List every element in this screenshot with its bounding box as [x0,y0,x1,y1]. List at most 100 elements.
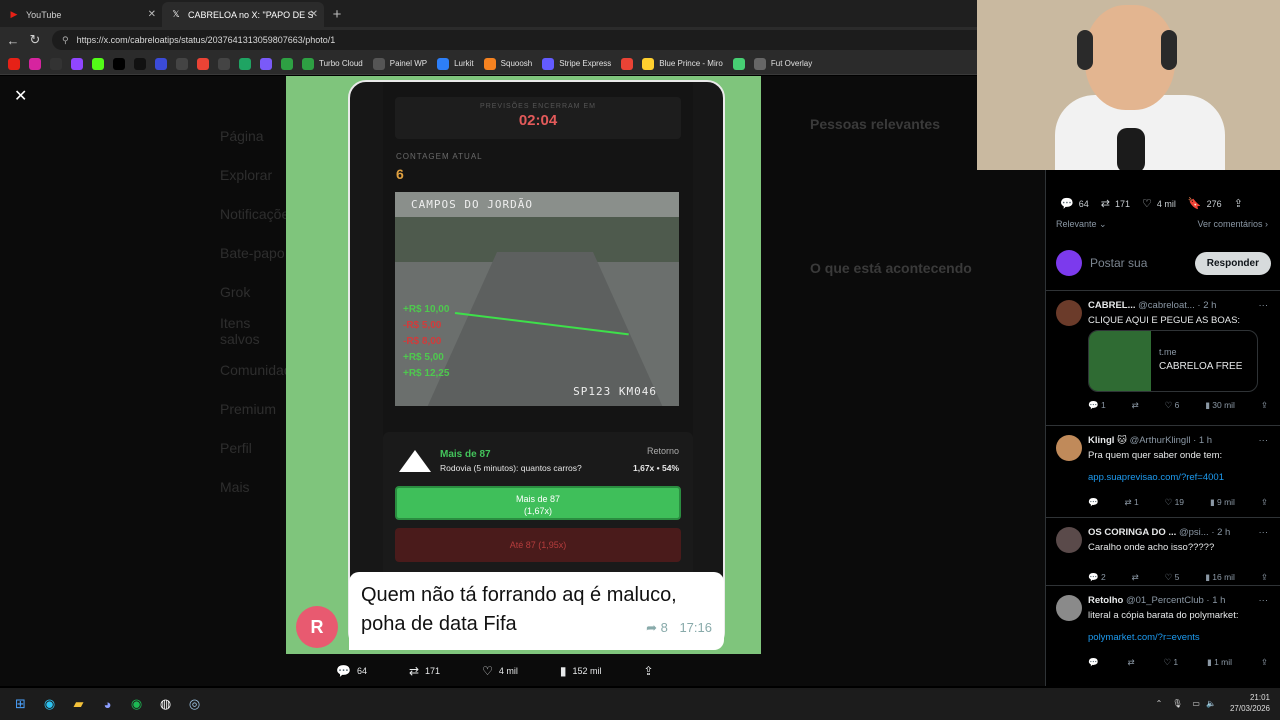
like-button[interactable]: ♡ 4 mil [1142,197,1176,210]
comment-handle: @01_PercentClub · 1 h [1126,595,1226,606]
bookmark-x[interactable] [113,57,130,70]
tab-youtube[interactable]: ▶ YouTube ✕ [0,2,162,27]
reload-button[interactable]: ↻ [24,32,46,48]
github-icon[interactable]: ◍ [151,688,180,720]
reply-button[interactable]: 💬 2 [1088,572,1106,583]
more-icon[interactable]: ··· [1259,595,1269,606]
reply-button[interactable]: 💬 64 [336,664,367,678]
bookmark-youtube[interactable] [8,57,25,70]
bookmark-lurkit[interactable]: Lurkit [437,57,474,70]
bookmark-sl[interactable] [260,57,277,70]
bookmark-refresh-app[interactable] [281,57,298,70]
bookmark-tiktok[interactable] [134,57,151,70]
new-tab-button[interactable]: + [324,2,350,27]
close-tab-icon[interactable]: ✕ [148,9,156,20]
windows-start-icon[interactable]: ⊞ [6,688,35,720]
file-explorer-icon[interactable]: ▰ [64,688,93,720]
avatar[interactable] [1056,435,1082,461]
reply-button[interactable]: 💬 [1088,497,1099,508]
reply-button[interactable]: 💬 [1088,657,1099,668]
like-button[interactable]: ♡ 19 [1165,497,1184,508]
bookmark-folder[interactable]: Painel WP [372,57,427,70]
bookmark-instagram[interactable] [29,57,46,70]
bookmark-twitch[interactable] [71,57,88,70]
discord-icon[interactable]: ◕ [93,688,122,720]
bookmark-kick[interactable] [92,57,109,70]
bookmark-button[interactable]: 🔖 276 [1188,197,1222,210]
avatar[interactable] [1056,527,1082,553]
close-tab-icon[interactable]: ✕ [310,9,318,20]
comment-author[interactable]: OS CORINGA DO ... [1088,527,1176,538]
tab-x-post[interactable]: 𝕏 CABRELOA no X: "PAPO DE SE TRA ✕ [162,2,324,27]
comment-author[interactable]: Klingl 🐱 [1088,435,1127,446]
like-button[interactable]: ♡ 5 [1165,572,1180,583]
comment-text: Caralho onde acho isso????? [1088,542,1215,553]
bookmark-maps-pin[interactable] [621,57,638,70]
comment-author[interactable]: Retolho [1088,595,1123,606]
reply-submit-button[interactable]: Responder [1194,251,1271,275]
bookmark-app[interactable] [155,57,172,70]
bookmark-gmail[interactable] [197,57,214,70]
repost-button[interactable]: ⇄ 171 [1101,197,1130,210]
comment-author[interactable]: CABREL... [1088,300,1136,311]
like-button[interactable]: ♡ 6 [1165,400,1180,411]
bookmark-squoosh[interactable]: Squoosh [483,57,532,70]
views-button[interactable]: ▮ 30 mil [1205,400,1235,411]
volume-icon[interactable]: 🔈 [1206,699,1216,708]
close-icon[interactable]: ✕ [14,86,27,106]
views-button[interactable]: ▮ 152 mil [560,664,602,678]
reply-button[interactable]: 💬 64 [1060,197,1089,210]
comment-link[interactable]: app.suaprevisao.com/?ref=4001 [1088,472,1224,483]
views-button[interactable]: ▮ 16 mil [1205,572,1235,583]
bookmark-stripe[interactable]: Stripe Express [542,57,611,70]
bookmark-miro[interactable]: Blue Prince - Miro [642,57,723,70]
reply-input[interactable]: Postar sua [1090,256,1195,270]
share-button[interactable]: ⇪ [643,664,659,678]
bookmark-globe[interactable]: Fut Overlay [753,57,812,70]
share-icon[interactable]: ⇪ [1261,572,1268,583]
like-button[interactable]: ♡ 1 [1163,657,1178,668]
repost-button[interactable]: ⇄ [1132,572,1139,583]
comment-link[interactable]: polymarket.com/?r=events [1088,632,1200,643]
edge-icon[interactable]: ◉ [35,688,64,720]
avatar[interactable] [1056,300,1082,326]
link-card[interactable]: t.me CABRELOA FREE [1088,330,1258,392]
repost-button[interactable]: ⇄ [1132,400,1139,411]
clock[interactable]: 21:01 27/03/2026 [1230,692,1270,714]
background-nav-item: Notificações [220,205,297,222]
microphone-icon[interactable]: 🎙 [1172,699,1182,708]
reply-button[interactable]: 💬 1 [1088,400,1106,411]
back-button[interactable]: ← [2,33,24,48]
url-input[interactable]: ⚲ https://x.com/cabreloatips/status/2037… [52,30,1002,50]
bookmark-amazon[interactable] [50,57,67,70]
share-icon[interactable]: ⇪ [1261,497,1268,508]
repost-button[interactable]: ⇄ [1127,657,1134,668]
bookmark-notion[interactable] [218,57,235,70]
like-button[interactable]: ♡ 4 mil [482,664,518,678]
reply-count: 64 [356,666,367,676]
see-comments-link[interactable]: Ver comentários › [1197,219,1268,230]
bookmark-chatgpt[interactable] [176,57,193,70]
repost-button[interactable]: ⇄ 1 [1124,497,1138,508]
post-photo[interactable]: PREVISÕES ENCERRAM EM 02:04 CONTAGEM ATU… [286,76,761,654]
bookmark-cloud[interactable]: Turbo Cloud [302,57,363,70]
see-comments-label: Ver comentários [1197,219,1263,229]
share-icon[interactable]: ⇪ [1261,400,1268,411]
views-button[interactable]: ▮ 1 mil [1207,657,1232,668]
network-icon[interactable]: ▭ [1192,699,1200,708]
repost-button[interactable]: ⇄ 171 [409,664,440,678]
site-info-icon[interactable]: ⚲ [62,35,69,46]
avatar[interactable] [1056,595,1082,621]
views-button[interactable]: ▮ 9 mil [1210,497,1235,508]
bookmark-drive[interactable] [239,57,256,70]
more-icon[interactable]: ··· [1259,300,1269,311]
more-icon[interactable]: ··· [1259,435,1269,446]
more-icon[interactable]: ··· [1259,527,1269,538]
bookmark-codepen[interactable] [732,57,750,70]
chevron-up-icon[interactable]: ⌃ [1156,699,1163,708]
sort-dropdown[interactable]: Relevante ⌄ [1056,219,1107,230]
steam-icon[interactable]: ◎ [180,688,209,720]
spotify-icon[interactable]: ◉ [122,688,151,720]
share-icon[interactable]: ⇪ [1261,657,1268,668]
share-button[interactable]: ⇪ [1234,197,1248,210]
